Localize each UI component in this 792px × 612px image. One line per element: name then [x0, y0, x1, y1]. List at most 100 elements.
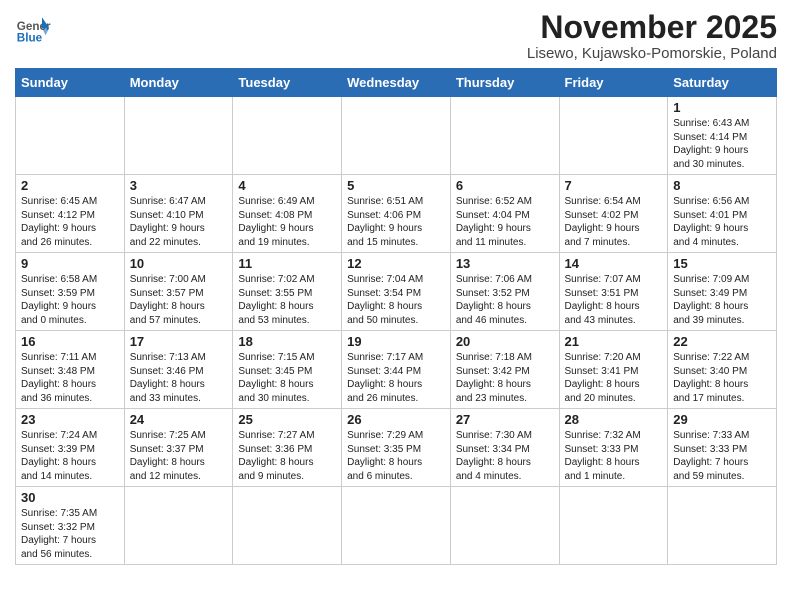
calendar-cell: 29 Sunrise: 7:33 AM Sunset: 3:33 PM Dayli… [668, 409, 777, 487]
weekday-header-row: SundayMondayTuesdayWednesdayThursdayFrid… [16, 69, 777, 97]
calendar-cell: 23 Sunrise: 7:24 AM Sunset: 3:39 PM Dayli… [16, 409, 125, 487]
sun-info: Sunrise: 7:33 AM Sunset: 3:33 PM Dayligh… [673, 429, 771, 483]
sun-info: Sunrise: 7:09 AM Sunset: 3:49 PM Dayligh… [673, 273, 771, 327]
calendar-cell: 16Sunrise: 7:11 AM Sunset: 3:48 PM Dayli… [16, 331, 125, 409]
calendar-cell: 21 Sunrise: 7:20 AM Sunset: 3:41 PM Dayli… [559, 331, 668, 409]
calendar-cell: 26 Sunrise: 7:29 AM Sunset: 3:35 PM Dayli… [342, 409, 451, 487]
day-number: 15 [673, 256, 771, 271]
week-row-3: 9 Sunrise: 6:58 AM Sunset: 3:59 PM Daylig… [16, 253, 777, 331]
sun-info: Sunrise: 7:22 AM Sunset: 3:40 PM Dayligh… [673, 351, 771, 405]
calendar-cell: 22 Sunrise: 7:22 AM Sunset: 3:40 PM Dayli… [668, 331, 777, 409]
calendar-cell: 11Sunrise: 7:02 AM Sunset: 3:55 PM Dayli… [233, 253, 342, 331]
day-number: 13 [456, 256, 554, 271]
calendar-cell: 19 Sunrise: 7:17 AM Sunset: 3:44 PM Dayli… [342, 331, 451, 409]
sun-info: Sunrise: 7:02 AM Sunset: 3:55 PM Dayligh… [238, 273, 336, 327]
calendar-cell [450, 97, 559, 175]
weekday-header-thursday: Thursday [450, 69, 559, 97]
calendar-cell: 20Sunrise: 7:18 AM Sunset: 3:42 PM Dayli… [450, 331, 559, 409]
calendar-cell [16, 97, 125, 175]
logo: General Blue [15, 10, 51, 46]
sun-info: Sunrise: 6:54 AM Sunset: 4:02 PM Dayligh… [565, 195, 663, 249]
calendar-cell [342, 487, 451, 565]
sun-info: Sunrise: 7:04 AM Sunset: 3:54 PM Dayligh… [347, 273, 445, 327]
day-number: 5 [347, 178, 445, 193]
calendar-cell: 12Sunrise: 7:04 AM Sunset: 3:54 PM Dayli… [342, 253, 451, 331]
calendar-cell: 27Sunrise: 7:30 AM Sunset: 3:34 PM Dayli… [450, 409, 559, 487]
sun-info: Sunrise: 6:47 AM Sunset: 4:10 PM Dayligh… [130, 195, 228, 249]
calendar-cell: 3Sunrise: 6:47 AM Sunset: 4:10 PM Daylig… [124, 175, 233, 253]
day-number: 26 [347, 412, 445, 427]
sun-info: Sunrise: 7:24 AM Sunset: 3:39 PM Dayligh… [21, 429, 119, 483]
week-row-6: 30Sunrise: 7:35 AM Sunset: 3:32 PM Dayli… [16, 487, 777, 565]
sun-info: Sunrise: 7:29 AM Sunset: 3:35 PM Dayligh… [347, 429, 445, 483]
day-number: 2 [21, 178, 119, 193]
calendar-cell: 24 Sunrise: 7:25 AM Sunset: 3:37 PM Dayli… [124, 409, 233, 487]
day-number: 10 [130, 256, 228, 271]
sun-info: Sunrise: 6:51 AM Sunset: 4:06 PM Dayligh… [347, 195, 445, 249]
weekday-header-sunday: Sunday [16, 69, 125, 97]
day-number: 14 [565, 256, 663, 271]
logo-icon: General Blue [15, 10, 51, 46]
sun-info: Sunrise: 6:58 AM Sunset: 3:59 PM Dayligh… [21, 273, 119, 327]
day-number: 7 [565, 178, 663, 193]
calendar-cell: 6 Sunrise: 6:52 AM Sunset: 4:04 PM Daylig… [450, 175, 559, 253]
sun-info: Sunrise: 7:25 AM Sunset: 3:37 PM Dayligh… [130, 429, 228, 483]
week-row-5: 23 Sunrise: 7:24 AM Sunset: 3:39 PM Dayli… [16, 409, 777, 487]
sun-info: Sunrise: 6:56 AM Sunset: 4:01 PM Dayligh… [673, 195, 771, 249]
calendar-cell [233, 97, 342, 175]
header: General Blue November 2025 Lisewo, Kujaw… [15, 10, 777, 62]
day-number: 18 [238, 334, 336, 349]
sun-info: Sunrise: 6:43 AM Sunset: 4:14 PM Dayligh… [673, 117, 771, 171]
sun-info: Sunrise: 7:30 AM Sunset: 3:34 PM Dayligh… [456, 429, 554, 483]
day-number: 21 [565, 334, 663, 349]
sun-info: Sunrise: 6:45 AM Sunset: 4:12 PM Dayligh… [21, 195, 119, 249]
month-title: November 2025 [527, 10, 777, 45]
day-number: 16 [21, 334, 119, 349]
calendar-cell: 4 Sunrise: 6:49 AM Sunset: 4:08 PM Daylig… [233, 175, 342, 253]
sun-info: Sunrise: 6:49 AM Sunset: 4:08 PM Dayligh… [238, 195, 336, 249]
calendar-cell: 9 Sunrise: 6:58 AM Sunset: 3:59 PM Daylig… [16, 253, 125, 331]
calendar-cell [559, 97, 668, 175]
calendar-cell [124, 97, 233, 175]
title-area: November 2025 Lisewo, Kujawsko-Pomorskie… [527, 10, 777, 62]
sun-info: Sunrise: 7:18 AM Sunset: 3:42 PM Dayligh… [456, 351, 554, 405]
day-number: 24 [130, 412, 228, 427]
calendar-cell [668, 487, 777, 565]
calendar-cell: 10 Sunrise: 7:00 AM Sunset: 3:57 PM Dayli… [124, 253, 233, 331]
calendar-cell [450, 487, 559, 565]
weekday-header-wednesday: Wednesday [342, 69, 451, 97]
calendar-cell: 14 Sunrise: 7:07 AM Sunset: 3:51 PM Dayli… [559, 253, 668, 331]
day-number: 19 [347, 334, 445, 349]
week-row-4: 16Sunrise: 7:11 AM Sunset: 3:48 PM Dayli… [16, 331, 777, 409]
calendar-cell: 25 Sunrise: 7:27 AM Sunset: 3:36 PM Dayli… [233, 409, 342, 487]
day-number: 25 [238, 412, 336, 427]
day-number: 8 [673, 178, 771, 193]
sun-info: Sunrise: 7:00 AM Sunset: 3:57 PM Dayligh… [130, 273, 228, 327]
calendar-cell: 15 Sunrise: 7:09 AM Sunset: 3:49 PM Dayli… [668, 253, 777, 331]
day-number: 9 [21, 256, 119, 271]
weekday-header-tuesday: Tuesday [233, 69, 342, 97]
weekday-header-monday: Monday [124, 69, 233, 97]
day-number: 22 [673, 334, 771, 349]
day-number: 4 [238, 178, 336, 193]
sun-info: Sunrise: 7:07 AM Sunset: 3:51 PM Dayligh… [565, 273, 663, 327]
calendar-cell: 1Sunrise: 6:43 AM Sunset: 4:14 PM Daylig… [668, 97, 777, 175]
location: Lisewo, Kujawsko-Pomorskie, Poland [527, 45, 777, 62]
sun-info: Sunrise: 7:17 AM Sunset: 3:44 PM Dayligh… [347, 351, 445, 405]
sun-info: Sunrise: 7:27 AM Sunset: 3:36 PM Dayligh… [238, 429, 336, 483]
sun-info: Sunrise: 7:20 AM Sunset: 3:41 PM Dayligh… [565, 351, 663, 405]
day-number: 6 [456, 178, 554, 193]
calendar-cell [559, 487, 668, 565]
calendar-cell: 13 Sunrise: 7:06 AM Sunset: 3:52 PM Dayli… [450, 253, 559, 331]
sun-info: Sunrise: 6:52 AM Sunset: 4:04 PM Dayligh… [456, 195, 554, 249]
week-row-2: 2 Sunrise: 6:45 AM Sunset: 4:12 PM Daylig… [16, 175, 777, 253]
day-number: 28 [565, 412, 663, 427]
calendar-cell: 30Sunrise: 7:35 AM Sunset: 3:32 PM Dayli… [16, 487, 125, 565]
sun-info: Sunrise: 7:06 AM Sunset: 3:52 PM Dayligh… [456, 273, 554, 327]
calendar: SundayMondayTuesdayWednesdayThursdayFrid… [15, 68, 777, 565]
calendar-cell [124, 487, 233, 565]
calendar-cell: 18 Sunrise: 7:15 AM Sunset: 3:45 PM Dayli… [233, 331, 342, 409]
sun-info: Sunrise: 7:15 AM Sunset: 3:45 PM Dayligh… [238, 351, 336, 405]
day-number: 23 [21, 412, 119, 427]
day-number: 29 [673, 412, 771, 427]
